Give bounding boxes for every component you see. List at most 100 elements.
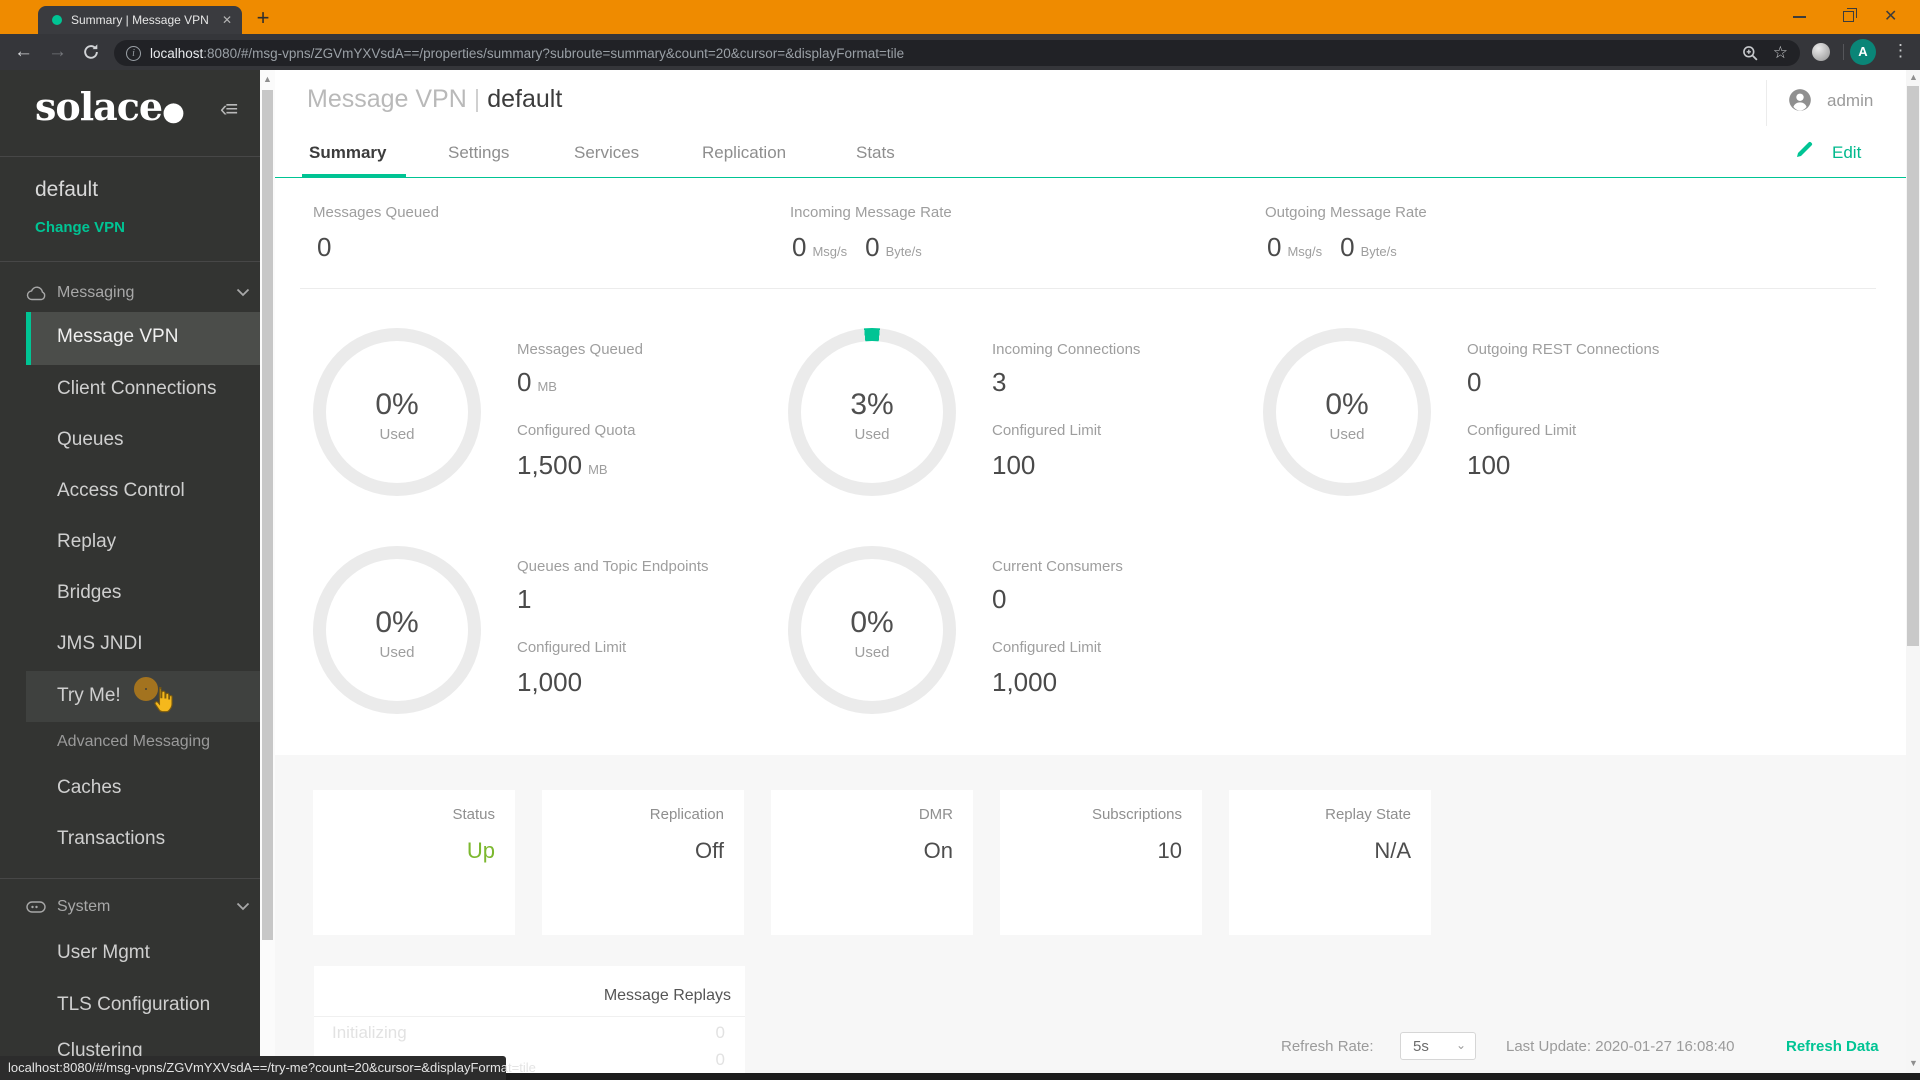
chevron-down-icon	[236, 288, 250, 297]
sidebar-item-queues[interactable]: Queues	[0, 427, 260, 455]
card-divider	[314, 1016, 745, 1017]
gauge-value: 0	[992, 584, 1007, 614]
gauge-value: 1	[517, 584, 532, 614]
messages-queued-value: 0	[317, 232, 332, 262]
edit-button[interactable]: Edit	[1832, 143, 1861, 163]
sidebar-collapse-icon[interactable]: ‹≡	[220, 96, 238, 122]
hand-cursor	[148, 686, 176, 716]
window-minimize-button[interactable]	[1793, 16, 1806, 18]
refresh-data-button[interactable]: Refresh Data	[1786, 1038, 1879, 1055]
scrollbar-down-arrow[interactable]: ▼	[1909, 1058, 1918, 1068]
gauge-limit-label: Configured Limit	[992, 422, 1102, 439]
tile-label: Subscriptions	[1091, 806, 1182, 823]
new-tab-button[interactable]: +	[250, 5, 276, 31]
url-text: localhost:8080/#/msg-vpns/ZGVmYXVsdA==/p…	[150, 45, 905, 61]
gauge-percent: 0%	[850, 606, 894, 639]
gauge-limit-label: Configured Quota	[517, 422, 636, 439]
main-scrollbar-thumb[interactable]	[1907, 86, 1919, 646]
sidebar-item-message-vpn[interactable]: Message VPN	[0, 324, 260, 352]
gauge-percent: 0%	[375, 388, 419, 421]
gauge-used-label: Used	[854, 426, 890, 443]
refresh-rate-value: 5s	[1413, 1038, 1429, 1055]
url-bar[interactable]: i localhost:8080/#/msg-vpns/ZGVmYXVsdA==…	[114, 40, 1800, 66]
gauge-used-label: Used	[1329, 426, 1365, 443]
tab-close-icon[interactable]: ✕	[222, 13, 232, 27]
chevron-down-icon: ⌄	[1455, 1038, 1466, 1052]
replay-row-value: 0	[715, 1023, 725, 1042]
sidebar-item-jms-jndi[interactable]: JMS JNDI	[0, 631, 260, 659]
replay-row-value: 0	[715, 1050, 725, 1069]
bookmark-star-icon[interactable]: ☆	[1773, 43, 1788, 63]
gauge-title: Outgoing REST Connections	[1467, 341, 1660, 358]
gauge-used-label: Used	[854, 644, 890, 661]
sidebar-divider	[0, 878, 260, 879]
incoming-rate-values: 0 Msg/s 0 Byte/s	[792, 232, 922, 262]
gauge-percent: 0%	[375, 606, 419, 639]
tab-settings[interactable]: Settings	[448, 143, 509, 163]
scrollbar-up-arrow[interactable]: ▲	[263, 74, 272, 84]
zoom-page-icon[interactable]	[1742, 45, 1759, 62]
sidebar-item-client-connections[interactable]: Client Connections	[0, 376, 260, 404]
sidebar-item-transactions[interactable]: Transactions	[0, 826, 260, 854]
refresh-rate-label: Refresh Rate:	[1281, 1038, 1374, 1055]
cloud-icon	[26, 284, 48, 302]
subscriptions-tile: Subscriptions 10	[1000, 790, 1202, 935]
sidebar-item-try-me[interactable]: Try Me!	[0, 683, 260, 711]
gauge-limit-label: Configured Limit	[517, 639, 627, 656]
browser-menu-icon[interactable]: ⋮	[1892, 41, 1909, 61]
site-info-icon[interactable]: i	[126, 45, 141, 61]
tile-value: On	[923, 838, 953, 863]
chevron-down-icon	[236, 902, 250, 911]
sidebar-item-advanced-messaging[interactable]: Advanced Messaging	[0, 731, 260, 759]
replay-state-tile: Replay State N/A	[1229, 790, 1431, 935]
sidebar-section-system[interactable]: System	[0, 893, 260, 923]
sidebar-item-caches[interactable]: Caches	[0, 775, 260, 803]
edit-pencil-icon[interactable]	[1794, 140, 1814, 160]
page-title: Message VPN | default	[307, 85, 563, 113]
sidebar-scrollbar-thumb[interactable]	[262, 90, 273, 940]
tab-title: Summary | Message VPN	[71, 13, 209, 27]
tab-summary[interactable]: Summary	[309, 143, 386, 163]
tile-value: N/A	[1374, 838, 1411, 863]
refresh-rate-select[interactable]: 5s ⌄	[1400, 1032, 1476, 1060]
tab-services[interactable]: Services	[574, 143, 639, 163]
sidebar-item-replay[interactable]: Replay	[0, 529, 260, 557]
forward-icon[interactable]: →	[48, 42, 67, 62]
tile-label: DMR	[918, 806, 953, 823]
browser-profile-avatar[interactable]: A	[1850, 39, 1876, 65]
tab-replication[interactable]: Replication	[702, 143, 786, 163]
messages-queued-label: Messages Queued	[313, 204, 439, 221]
tile-value: Off	[695, 838, 724, 863]
user-avatar-icon[interactable]	[1787, 87, 1813, 113]
outgoing-rate-label: Outgoing Message Rate	[1265, 204, 1427, 221]
browser-tab[interactable]: Summary | Message VPN ✕	[38, 6, 242, 34]
sidebar-item-user-mgmt[interactable]: User Mgmt	[0, 940, 260, 968]
gauge-limit-label: Configured Limit	[992, 639, 1102, 656]
header-divider	[1766, 80, 1767, 126]
replay-row-label: Initializing	[332, 1023, 407, 1042]
extension-icon[interactable]	[1812, 43, 1830, 61]
toolbar-divider	[1843, 44, 1844, 60]
gauge-limit-value: 100	[992, 450, 1036, 480]
sidebar-item-access-control[interactable]: Access Control	[0, 478, 260, 506]
tile-label: Replay State	[1325, 806, 1411, 823]
reload-icon[interactable]	[82, 43, 100, 61]
scrollbar-up-arrow[interactable]: ▲	[1909, 72, 1918, 82]
sidebar-section-messaging[interactable]: Messaging	[0, 279, 260, 309]
outgoing-rate-values: 0 Msg/s 0 Byte/s	[1267, 232, 1397, 262]
sidebar-item-bridges[interactable]: Bridges	[0, 580, 260, 608]
gauge-title: Queues and Topic Endpoints	[517, 558, 709, 575]
gauge-limit-value: 1,000	[517, 667, 583, 697]
gauge-value: 0	[1467, 367, 1482, 397]
sidebar-item-tls-configuration[interactable]: TLS Configuration	[0, 992, 260, 1020]
gauge-value: 0 MB	[517, 367, 557, 397]
window-close-button[interactable]: ✕	[1884, 6, 1897, 26]
back-icon[interactable]: ←	[14, 42, 33, 62]
change-vpn-link[interactable]: Change VPN	[35, 219, 125, 236]
tile-value: 10	[1157, 838, 1182, 863]
gauge-percent: 3%	[850, 388, 894, 421]
logged-in-user[interactable]: admin	[1827, 91, 1873, 111]
logo-dot: ●	[162, 97, 185, 127]
tab-stats[interactable]: Stats	[856, 143, 895, 163]
gauge-limit-value: 1,500 MB	[517, 450, 608, 480]
